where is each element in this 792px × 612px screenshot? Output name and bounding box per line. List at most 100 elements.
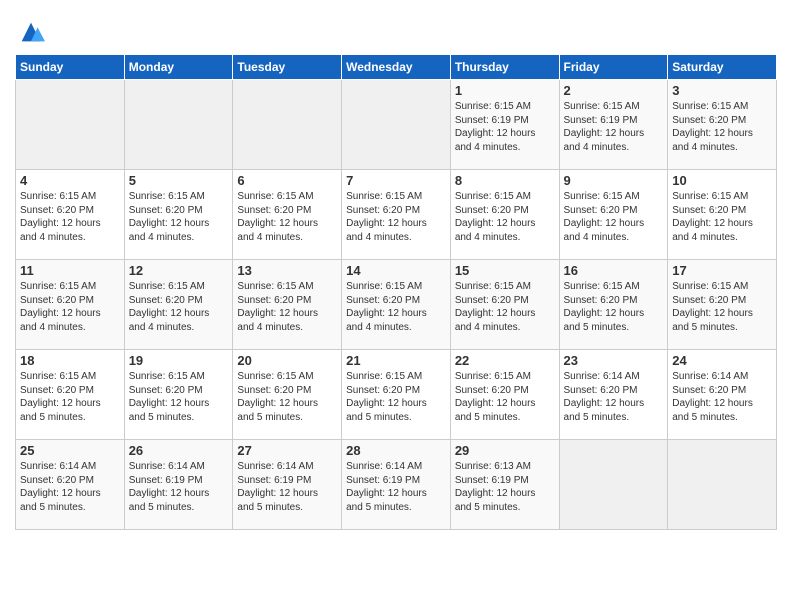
day-info: Sunrise: 6:15 AM Sunset: 6:20 PM Dayligh… xyxy=(564,280,664,334)
day-header-monday: Monday xyxy=(124,55,233,80)
calendar-cell: 2 Sunrise: 6:15 AM Sunset: 6:19 PM Daylig… xyxy=(559,80,668,170)
day-number: 9 xyxy=(564,173,664,188)
calendar-cell: 8 Sunrise: 6:15 AM Sunset: 6:20 PM Daylig… xyxy=(450,170,559,260)
day-number: 7 xyxy=(346,173,446,188)
day-number: 18 xyxy=(20,353,120,368)
day-info: Sunrise: 6:15 AM Sunset: 6:20 PM Dayligh… xyxy=(237,280,337,334)
day-info: Sunrise: 6:14 AM Sunset: 6:20 PM Dayligh… xyxy=(672,370,772,424)
calendar-cell: 21 Sunrise: 6:15 AM Sunset: 6:20 PM Dayli… xyxy=(342,350,451,440)
day-number: 1 xyxy=(455,83,555,98)
day-number: 25 xyxy=(20,443,120,458)
calendar-cell: 11 Sunrise: 6:15 AM Sunset: 6:20 PM Dayli… xyxy=(16,260,125,350)
day-header-thursday: Thursday xyxy=(450,55,559,80)
calendar-cell: 26 Sunrise: 6:14 AM Sunset: 6:19 PM Dayli… xyxy=(124,440,233,530)
calendar-cell xyxy=(16,80,125,170)
calendar-cell: 9 Sunrise: 6:15 AM Sunset: 6:20 PM Daylig… xyxy=(559,170,668,260)
logo-icon xyxy=(17,18,45,46)
day-info: Sunrise: 6:15 AM Sunset: 6:20 PM Dayligh… xyxy=(672,280,772,334)
day-number: 8 xyxy=(455,173,555,188)
day-number: 17 xyxy=(672,263,772,278)
calendar-cell: 5 Sunrise: 6:15 AM Sunset: 6:20 PM Daylig… xyxy=(124,170,233,260)
day-number: 13 xyxy=(237,263,337,278)
calendar-cell: 6 Sunrise: 6:15 AM Sunset: 6:20 PM Daylig… xyxy=(233,170,342,260)
day-info: Sunrise: 6:14 AM Sunset: 6:19 PM Dayligh… xyxy=(237,460,337,514)
day-number: 24 xyxy=(672,353,772,368)
calendar-cell xyxy=(342,80,451,170)
logo xyxy=(15,18,45,46)
day-info: Sunrise: 6:15 AM Sunset: 6:20 PM Dayligh… xyxy=(20,370,120,424)
day-info: Sunrise: 6:15 AM Sunset: 6:20 PM Dayligh… xyxy=(129,280,229,334)
day-header-saturday: Saturday xyxy=(668,55,777,80)
day-number: 5 xyxy=(129,173,229,188)
calendar-cell: 28 Sunrise: 6:14 AM Sunset: 6:19 PM Dayli… xyxy=(342,440,451,530)
day-info: Sunrise: 6:13 AM Sunset: 6:19 PM Dayligh… xyxy=(455,460,555,514)
day-info: Sunrise: 6:15 AM Sunset: 6:20 PM Dayligh… xyxy=(564,190,664,244)
calendar-cell: 20 Sunrise: 6:15 AM Sunset: 6:20 PM Dayli… xyxy=(233,350,342,440)
calendar-cell: 14 Sunrise: 6:15 AM Sunset: 6:20 PM Dayli… xyxy=(342,260,451,350)
day-info: Sunrise: 6:14 AM Sunset: 6:19 PM Dayligh… xyxy=(129,460,229,514)
day-info: Sunrise: 6:15 AM Sunset: 6:20 PM Dayligh… xyxy=(346,370,446,424)
day-info: Sunrise: 6:15 AM Sunset: 6:20 PM Dayligh… xyxy=(455,370,555,424)
day-number: 14 xyxy=(346,263,446,278)
day-header-tuesday: Tuesday xyxy=(233,55,342,80)
day-info: Sunrise: 6:15 AM Sunset: 6:19 PM Dayligh… xyxy=(455,100,555,154)
day-info: Sunrise: 6:15 AM Sunset: 6:20 PM Dayligh… xyxy=(20,280,120,334)
day-number: 20 xyxy=(237,353,337,368)
calendar-cell: 13 Sunrise: 6:15 AM Sunset: 6:20 PM Dayli… xyxy=(233,260,342,350)
calendar-cell: 29 Sunrise: 6:13 AM Sunset: 6:19 PM Dayli… xyxy=(450,440,559,530)
calendar-table: SundayMondayTuesdayWednesdayThursdayFrid… xyxy=(15,54,777,530)
day-info: Sunrise: 6:14 AM Sunset: 6:19 PM Dayligh… xyxy=(346,460,446,514)
day-number: 2 xyxy=(564,83,664,98)
day-info: Sunrise: 6:15 AM Sunset: 6:20 PM Dayligh… xyxy=(129,370,229,424)
calendar-cell: 27 Sunrise: 6:14 AM Sunset: 6:19 PM Dayli… xyxy=(233,440,342,530)
calendar-cell xyxy=(559,440,668,530)
day-number: 22 xyxy=(455,353,555,368)
day-info: Sunrise: 6:15 AM Sunset: 6:20 PM Dayligh… xyxy=(129,190,229,244)
calendar-cell: 16 Sunrise: 6:15 AM Sunset: 6:20 PM Dayli… xyxy=(559,260,668,350)
day-number: 26 xyxy=(129,443,229,458)
calendar-cell: 7 Sunrise: 6:15 AM Sunset: 6:20 PM Daylig… xyxy=(342,170,451,260)
day-number: 11 xyxy=(20,263,120,278)
day-number: 10 xyxy=(672,173,772,188)
calendar-cell: 23 Sunrise: 6:14 AM Sunset: 6:20 PM Dayli… xyxy=(559,350,668,440)
day-number: 12 xyxy=(129,263,229,278)
day-number: 16 xyxy=(564,263,664,278)
day-header-sunday: Sunday xyxy=(16,55,125,80)
day-number: 6 xyxy=(237,173,337,188)
day-info: Sunrise: 6:15 AM Sunset: 6:20 PM Dayligh… xyxy=(346,280,446,334)
calendar-cell xyxy=(124,80,233,170)
day-info: Sunrise: 6:15 AM Sunset: 6:19 PM Dayligh… xyxy=(564,100,664,154)
day-info: Sunrise: 6:15 AM Sunset: 6:20 PM Dayligh… xyxy=(237,190,337,244)
day-info: Sunrise: 6:15 AM Sunset: 6:20 PM Dayligh… xyxy=(672,190,772,244)
page-header xyxy=(15,10,777,46)
day-info: Sunrise: 6:14 AM Sunset: 6:20 PM Dayligh… xyxy=(20,460,120,514)
calendar-cell: 19Sunrise: 6:15 AM Sunset: 6:20 PM Dayli… xyxy=(124,350,233,440)
calendar-cell: 10 Sunrise: 6:15 AM Sunset: 6:20 PM Dayli… xyxy=(668,170,777,260)
calendar-cell: 24 Sunrise: 6:14 AM Sunset: 6:20 PM Dayli… xyxy=(668,350,777,440)
calendar-cell: 3Sunrise: 6:15 AM Sunset: 6:20 PM Daylig… xyxy=(668,80,777,170)
day-number: 3 xyxy=(672,83,772,98)
day-info: Sunrise: 6:14 AM Sunset: 6:20 PM Dayligh… xyxy=(564,370,664,424)
day-number: 23 xyxy=(564,353,664,368)
calendar-cell: 4 Sunrise: 6:15 AM Sunset: 6:20 PM Daylig… xyxy=(16,170,125,260)
calendar-cell: 22 Sunrise: 6:15 AM Sunset: 6:20 PM Dayli… xyxy=(450,350,559,440)
day-number: 28 xyxy=(346,443,446,458)
day-info: Sunrise: 6:15 AM Sunset: 6:20 PM Dayligh… xyxy=(346,190,446,244)
calendar-cell xyxy=(668,440,777,530)
calendar-cell: 17 Sunrise: 6:15 AM Sunset: 6:20 PM Dayli… xyxy=(668,260,777,350)
calendar-header: SundayMondayTuesdayWednesdayThursdayFrid… xyxy=(16,55,777,80)
day-number: 15 xyxy=(455,263,555,278)
day-number: 29 xyxy=(455,443,555,458)
day-number: 4 xyxy=(20,173,120,188)
day-header-friday: Friday xyxy=(559,55,668,80)
calendar-cell: 15 Sunrise: 6:15 AM Sunset: 6:20 PM Dayli… xyxy=(450,260,559,350)
day-info: Sunrise: 6:15 AM Sunset: 6:20 PM Dayligh… xyxy=(237,370,337,424)
day-number: 27 xyxy=(237,443,337,458)
day-info: Sunrise: 6:15 AM Sunset: 6:20 PM Dayligh… xyxy=(20,190,120,244)
day-info: Sunrise: 6:15 AM Sunset: 6:20 PM Dayligh… xyxy=(455,280,555,334)
day-info: Sunrise: 6:15 AM Sunset: 6:20 PM Dayligh… xyxy=(455,190,555,244)
calendar-cell: 25 Sunrise: 6:14 AM Sunset: 6:20 PM Dayli… xyxy=(16,440,125,530)
calendar-cell xyxy=(233,80,342,170)
day-number: 21 xyxy=(346,353,446,368)
calendar-cell: 1 Sunrise: 6:15 AM Sunset: 6:19 PM Daylig… xyxy=(450,80,559,170)
